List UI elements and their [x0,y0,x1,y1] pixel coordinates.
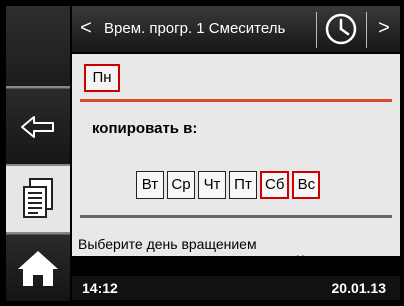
sidebar-blank-slot [6,6,70,86]
previous-button[interactable]: < [78,16,94,40]
header-divider [366,12,367,48]
day-chip-tue[interactable]: Вт [136,171,164,199]
day-chip-fri[interactable]: Пт [229,171,257,199]
next-button[interactable]: > [376,16,392,40]
source-day: Пн [84,64,120,92]
copy-panel: Пн копировать в: Вт Ср Чт Пт Сб Вс Выбер… [72,54,400,270]
day-chip-wed[interactable]: Ср [167,171,195,199]
arrow-left-icon [21,116,54,138]
divider-gray [80,215,392,218]
hint-rotate: Выберите день вращением [78,236,257,252]
divider-red [80,99,392,102]
copy-action-button[interactable]: Копировать [296,252,371,268]
day-chip-sun[interactable]: Вс [292,171,321,199]
copy-to-label: копировать в: [92,120,198,137]
status-date: 20.01.13 [331,280,387,296]
home-icon [18,251,58,286]
home-button[interactable] [6,234,70,301]
hint-press: Выделите нажатием [78,254,211,270]
screen: < Врем. прогр. 1 Смеситель > Пн копирова… [0,0,404,306]
status-bar: 14:12 20.01.13 [72,276,400,300]
copy-document-icon [23,178,53,218]
clock-icon[interactable] [324,12,358,46]
header: < Врем. прогр. 1 Смеситель > [72,6,400,52]
sidebar [6,6,70,301]
copy-button[interactable] [6,166,70,232]
target-days: Вт Ср Чт Пт Сб Вс [136,171,321,199]
page-title: Врем. прогр. 1 Смеситель [104,20,286,37]
header-divider [316,12,317,48]
status-time: 14:12 [82,280,118,296]
day-chip-thu[interactable]: Чт [198,171,226,199]
back-button[interactable] [6,88,70,165]
day-chip-sat[interactable]: Сб [260,171,290,199]
